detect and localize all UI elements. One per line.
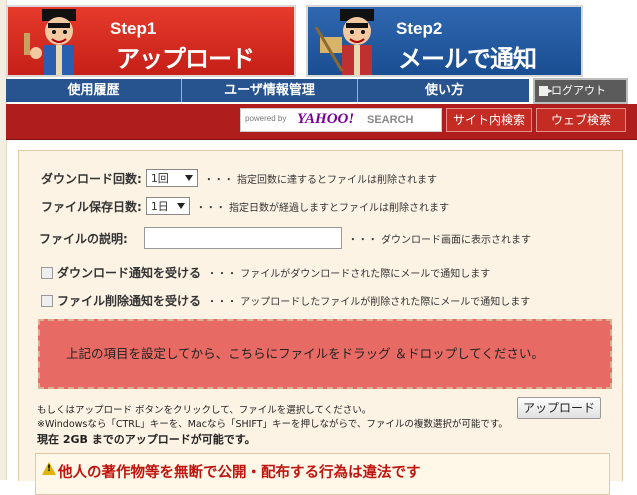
search-word: SEARCH [367, 114, 414, 126]
chevron-down-icon [184, 175, 193, 181]
download-count-value: 1回 [150, 172, 169, 185]
mascot-icon [314, 9, 374, 75]
warning-icon [42, 462, 56, 475]
drop-zone[interactable]: 上記の項目を設定してから、こちらにファイルをドラッグ ＆ドロップしてください。 [38, 319, 612, 389]
powered-by-text: powered by [245, 114, 287, 123]
notify-delete-row: ファイル削除通知を受ける ・・・ アップロードしたファイルが削除された際にメール… [41, 292, 530, 309]
upload-form-panel: ダウンロード回数: 1回 ・・・ 指定回数に達するとファイルは削除されます ファ… [18, 150, 623, 495]
notify-delete-note: ・・・ アップロードしたファイルが削除された際にメールで通知します [207, 297, 531, 308]
download-count-label: ダウンロード回数: [41, 171, 142, 186]
notify-download-row: ダウンロード通知を受ける ・・・ ファイルがダウンロードされた際にメールで通知し… [41, 264, 490, 281]
yahoo-logo: YAHOO! [297, 111, 355, 127]
warning-text: 他人の著作物等を無断で公開・配布する行為は違法です [58, 465, 421, 481]
tab-usage-history[interactable]: 使用履歴 [6, 79, 182, 102]
upload-button[interactable]: アップロード [517, 397, 601, 419]
description-note: ・・・ ダウンロード画面に表示されます [347, 234, 531, 246]
step1-label: Step1 [110, 19, 157, 38]
notify-download-note: ・・・ ファイルがダウンロードされた際にメールで通知します [207, 269, 491, 280]
notify-download-checkbox[interactable] [41, 266, 53, 279]
site-search-button[interactable]: サイト内検索 [446, 108, 532, 132]
step2-banner[interactable]: Step2 メールで通知 [306, 5, 583, 77]
step2-title: メールで通知 [398, 45, 537, 73]
download-count-row: ダウンロード回数: 1回 ・・・ 指定回数に達するとファイルは削除されます [41, 169, 437, 187]
description-row: ファイルの説明: ・・・ ダウンロード画面に表示されます [39, 227, 531, 249]
drop-zone-text: 上記の項目を設定してから、こちらにファイルをドラッグ ＆ドロップしてください。 [66, 346, 544, 361]
retention-days-row: ファイル保存日数: 1日 ・・・ 指定日数が経過しますとファイルは削除されます [41, 197, 449, 215]
info-line-1: もしくはアップロード ボタンをクリックして、ファイルを選択してください。 [37, 405, 372, 416]
upload-limit-text: 現在 2GB までのアップロードが可能です。 [37, 433, 256, 446]
yahoo-search-box[interactable]: powered by YAHOO! SEARCH [240, 108, 442, 132]
step1-banner[interactable]: Step1 アップロード [6, 5, 296, 77]
notify-delete-label[interactable]: ファイル削除通知を受ける [57, 292, 201, 309]
info-line-2: ※Windowsなら「CTRL」キーを、Macなら「SHIFT」キーを押しながら… [37, 419, 508, 430]
retention-days-label: ファイル保存日数: [41, 199, 142, 214]
tab-how-to-use[interactable]: 使い方 [358, 79, 531, 102]
search-bar: powered by YAHOO! SEARCH サイト内検索 ウェブ検索 [6, 104, 637, 140]
web-search-button[interactable]: ウェブ検索 [536, 108, 626, 132]
download-count-note: ・・・ 指定回数に達するとファイルは削除されます [203, 174, 437, 186]
retention-days-value: 1日 [150, 200, 169, 213]
step1-title: アップロード [116, 45, 255, 73]
main-nav: 使用履歴 ユーザ情報管理 使い方 [6, 79, 529, 102]
notify-delete-checkbox[interactable] [41, 294, 53, 307]
logout-button[interactable]: ログアウト [533, 78, 628, 104]
retention-days-select[interactable]: 1日 [145, 197, 190, 215]
notify-download-label[interactable]: ダウンロード通知を受ける [57, 264, 201, 281]
description-label: ファイルの説明: [39, 231, 128, 246]
tab-user-info[interactable]: ユーザ情報管理 [182, 79, 358, 102]
copyright-warning: 他人の著作物等を無断で公開・配布する行為は違法です [35, 453, 610, 495]
mascot-icon [24, 9, 76, 75]
logout-icon [539, 86, 553, 96]
download-count-select[interactable]: 1回 [145, 169, 198, 187]
retention-days-note: ・・・ 指定日数が経過しますとファイルは削除されます [195, 202, 449, 214]
logout-label: ログアウト [551, 84, 606, 97]
chevron-down-icon [176, 203, 185, 209]
step2-label: Step2 [396, 19, 443, 38]
description-input[interactable] [143, 227, 342, 249]
